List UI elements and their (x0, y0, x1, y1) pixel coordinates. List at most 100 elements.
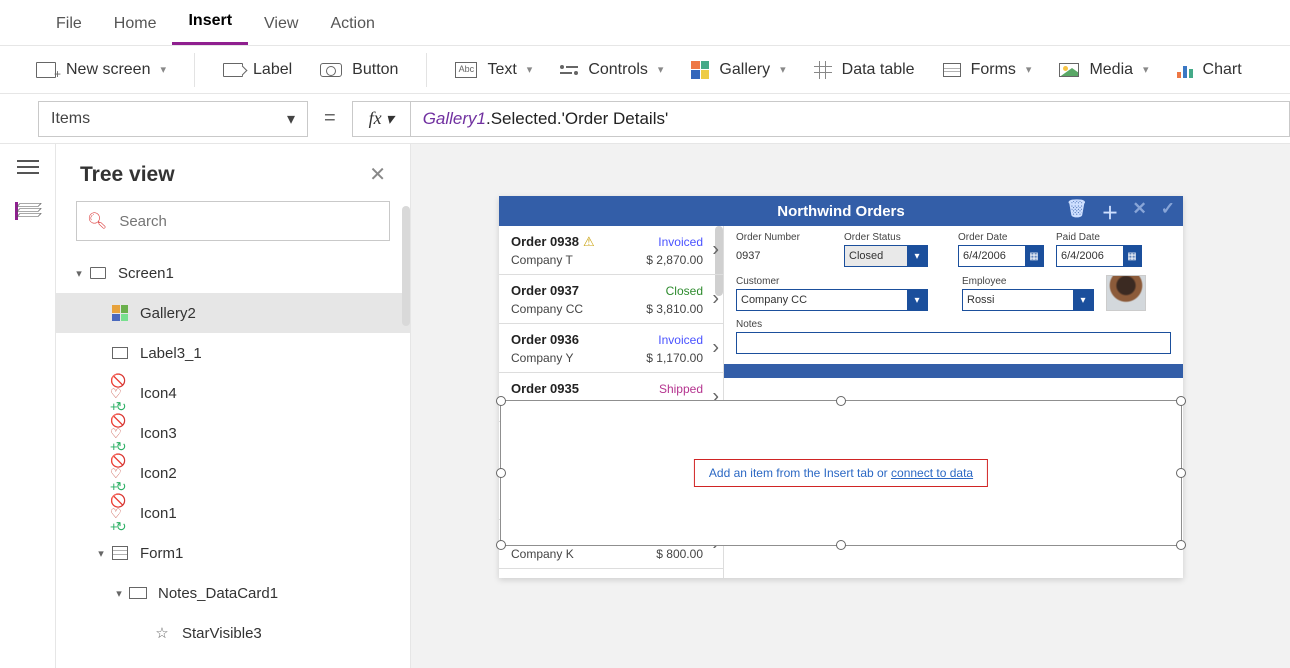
menu-action[interactable]: Action (314, 5, 390, 45)
tree-title: Tree view (80, 163, 175, 187)
tree-item-label: Icon1 (140, 505, 177, 522)
resize-handle[interactable] (836, 540, 846, 550)
tree-item-label: Label3_1 (140, 345, 202, 362)
order-item[interactable]: Order 0937ClosedCompany CC$ 3,810.00› (499, 275, 723, 324)
label-icon (110, 347, 130, 359)
chevron-down-icon: ▾ (1143, 63, 1149, 76)
menu-home[interactable]: Home (98, 5, 173, 45)
detail-form: Order Number 0937 Order Status Closed▾ O (724, 226, 1183, 364)
tree-item-label3_1[interactable]: Label3_1 (56, 333, 410, 373)
property-name: Items (51, 110, 90, 128)
order-id: Order 0935 (511, 381, 579, 396)
app-title: Northwind Orders (777, 203, 905, 220)
button-button[interactable]: Button (320, 61, 398, 79)
resize-handle[interactable] (1176, 468, 1186, 478)
tree-item-notes_datacard1[interactable]: ▾Notes_DataCard1 (56, 573, 410, 613)
menu-file[interactable]: File (40, 5, 98, 45)
controls-icon (560, 65, 578, 75)
tree-item-gallery2[interactable]: Gallery2 (56, 293, 410, 333)
chevron-down-icon: ▾ (1073, 290, 1093, 310)
plus-icon[interactable]: ＋ (1102, 199, 1119, 224)
tree-item-icon3[interactable]: 🚫♡+↻Icon3 (56, 413, 410, 453)
empty-gallery-message[interactable]: Add an item from the Insert tab or conne… (694, 459, 988, 487)
resize-handle[interactable] (1176, 396, 1186, 406)
tree-item-icon4[interactable]: 🚫♡+↻Icon4 (56, 373, 410, 413)
resize-handle[interactable] (836, 396, 846, 406)
tree-item-starvisible3[interactable]: ☆StarVisible3 (56, 613, 410, 653)
paid-date-value: 6/4/2006 (1061, 250, 1104, 262)
gallery-icon (110, 305, 130, 321)
tree-scrollbar[interactable] (402, 206, 410, 326)
employee-select[interactable]: Rossi▾ (962, 289, 1094, 311)
menu-view[interactable]: View (248, 5, 314, 45)
button-text: Button (352, 61, 398, 79)
order-id: Order 0937 (511, 283, 579, 298)
order-date-value: 6/4/2006 (963, 250, 1006, 262)
customer-label: Customer (736, 276, 928, 287)
label-text: Label (253, 61, 292, 79)
order-amount: $ 2,870.00 (646, 253, 703, 267)
forms-dropdown[interactable]: Forms ▾ (943, 61, 1032, 79)
media-icon (1059, 63, 1079, 77)
gallery-label: Gallery (719, 61, 770, 79)
resize-handle[interactable] (496, 396, 506, 406)
formula-identifier: Gallery1 (423, 109, 486, 129)
fx-button[interactable]: fx ▾ (352, 101, 410, 137)
order-status-select[interactable]: Closed▾ (844, 245, 928, 267)
property-selector[interactable]: Items ▾ (38, 101, 308, 137)
hamburger-icon[interactable] (17, 160, 39, 174)
controls-dropdown[interactable]: Controls ▾ (560, 61, 663, 79)
formula-input[interactable]: Gallery1.Selected.'Order Details' (410, 101, 1290, 137)
form-icon (110, 546, 130, 560)
iconp-icon: 🚫♡+↻ (110, 414, 130, 453)
order-company: Company T (511, 253, 573, 267)
left-rail (0, 144, 56, 668)
order-item[interactable]: Order 0936InvoicedCompany Y$ 1,170.00› (499, 324, 723, 373)
gallery-dropdown[interactable]: Gallery ▾ (691, 61, 785, 79)
controls-label: Controls (588, 61, 648, 79)
trash-icon[interactable]: 🗑 (1066, 199, 1088, 224)
label-button[interactable]: Label (223, 61, 292, 79)
check-icon[interactable]: ✓ (1161, 199, 1175, 224)
chevron-down-icon: ▾ (1026, 63, 1032, 76)
customer-select[interactable]: Company CC▾ (736, 289, 928, 311)
tree-item-label: Icon4 (140, 385, 177, 402)
charts-dropdown[interactable]: Chart (1177, 61, 1242, 79)
media-dropdown[interactable]: Media ▾ (1059, 61, 1148, 79)
tree-item-label: Screen1 (118, 265, 174, 282)
search-input[interactable] (117, 212, 379, 231)
order-amount: $ 1,170.00 (646, 351, 703, 365)
resize-handle[interactable] (496, 540, 506, 550)
tree-item-icon2[interactable]: 🚫♡+↻Icon2 (56, 453, 410, 493)
canvas[interactable]: Northwind Orders 🗑 ＋ ✕ ✓ Order 0938⚠Invo… (411, 144, 1290, 668)
charts-label: Chart (1203, 61, 1242, 79)
order-id: Order 0938 (511, 234, 579, 249)
connect-to-data-link[interactable]: connect to data (891, 466, 973, 480)
employee-label: Employee (962, 276, 1094, 287)
chevron-down-icon: ▾ (907, 246, 927, 266)
cancel-icon[interactable]: ✕ (1133, 199, 1147, 224)
chevron-right-icon: › (712, 288, 719, 311)
tree-item-screen1[interactable]: ▾ Screen1 (56, 253, 410, 293)
paid-date-input[interactable]: 6/4/2006▦ (1056, 245, 1142, 267)
notes-input[interactable] (736, 332, 1171, 354)
new-screen-button[interactable]: + New screen ▾ (36, 61, 166, 79)
menu-insert[interactable]: Insert (172, 2, 248, 45)
caret-icon: ▾ (74, 267, 84, 280)
close-icon[interactable]: ✕ (369, 162, 386, 187)
text-icon: Abc (455, 62, 477, 78)
data-table-button[interactable]: Data table (814, 61, 915, 79)
resize-handle[interactable] (496, 468, 506, 478)
tree-item-form1[interactable]: ▾Form1 (56, 533, 410, 573)
tree-search[interactable]: 🔍︎ (76, 201, 390, 241)
tree-item-icon1[interactable]: 🚫♡+↻Icon1 (56, 493, 410, 533)
resize-handle[interactable] (1176, 540, 1186, 550)
order-date-input[interactable]: 6/4/2006▦ (958, 245, 1044, 267)
button-icon (320, 63, 342, 77)
tree-view-rail-button[interactable] (15, 202, 37, 220)
order-item[interactable]: Order 0938⚠InvoicedCompany T$ 2,870.00› (499, 226, 723, 275)
text-dropdown[interactable]: Abc Text ▾ (455, 61, 532, 79)
selected-gallery[interactable]: Add an item from the Insert tab or conne… (500, 400, 1182, 546)
iconp-icon: 🚫♡+↻ (110, 454, 130, 493)
menu-bar: File Home Insert View Action (0, 0, 1290, 46)
